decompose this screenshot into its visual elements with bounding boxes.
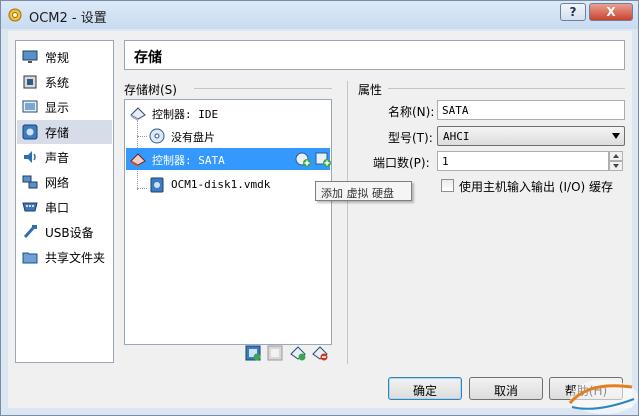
name-field[interactable]: SATA (437, 100, 625, 120)
nav-label: 显示 (45, 101, 70, 115)
window-title: OCM2 - 设置 (29, 11, 107, 26)
nav-item-system[interactable]: 系统 (17, 70, 112, 94)
type-select-value: AHCI (443, 130, 470, 143)
nav-item-serial[interactable]: 串口 (17, 195, 112, 219)
tree-item-label: 控制器: IDE (152, 108, 219, 121)
nav-item-usb[interactable]: USB设备 (17, 220, 112, 244)
page-title: 存储 (124, 40, 625, 70)
storage-icon (22, 124, 38, 140)
network-icon (22, 175, 38, 189)
type-select[interactable]: AHCI (437, 126, 625, 146)
port-count-spinner[interactable] (609, 151, 623, 171)
host-io-cache-label: 使用主机输入输出 (I/O) 缓存 (459, 180, 614, 194)
speaker-icon (24, 151, 36, 163)
chip-icon (23, 75, 37, 89)
nav-item-shared-folders[interactable]: 共享文件夹 (17, 245, 112, 269)
tree-item-label: 没有盘片 (171, 131, 215, 144)
controller-icon (130, 107, 146, 121)
settings-nav: 常规 系统 显示 存储 声音 网络 串口 USB设备 共享文件夹 (15, 40, 114, 363)
chevron-down-icon (613, 164, 619, 168)
storage-tree-label: 存储树(S) (124, 83, 177, 97)
page-title-text: 存储 (134, 50, 162, 66)
nav-item-display[interactable]: 显示 (17, 95, 112, 119)
name-label: 名称(N): (388, 105, 435, 119)
group-divider (194, 88, 332, 89)
ok-button[interactable]: 确定 (388, 377, 462, 400)
usb-icon (23, 225, 37, 239)
tree-item-label: OCM1-disk1.vmdk (171, 178, 271, 191)
tooltip: 添加 虚拟 硬盘 (315, 181, 412, 201)
attributes-label: 属性 (358, 83, 383, 97)
nav-item-general[interactable]: 常规 (17, 45, 112, 69)
add-optical-drive-icon[interactable] (295, 151, 311, 167)
nav-label: 网络 (45, 176, 70, 190)
tree-item-controller-ide[interactable]: 控制器: IDE (126, 102, 330, 124)
spin-up-button[interactable] (609, 151, 623, 161)
controller-icon (130, 153, 146, 167)
port-count-field[interactable]: 1 (437, 151, 609, 171)
nav-label: USB设备 (45, 226, 94, 240)
close-button[interactable]: X (589, 3, 633, 21)
chevron-down-icon (612, 133, 620, 139)
nav-label: 串口 (45, 201, 70, 215)
storage-tree[interactable]: 控制器: IDE 没有盘片 控制器: SATA OCM1-disk1.vmdk (124, 99, 332, 345)
host-io-cache-checkbox[interactable] (441, 179, 454, 192)
help-title-button[interactable]: ? (560, 3, 586, 21)
nav-item-network[interactable]: 网络 (17, 170, 112, 194)
dialog-body: 常规 系统 显示 存储 声音 网络 串口 USB设备 共享文件夹 存储 存储树(… (8, 31, 632, 408)
watermark-logo (568, 380, 638, 414)
hard-disk-icon (150, 177, 164, 193)
add-attachment-icon[interactable] (290, 345, 306, 361)
cancel-button[interactable]: 取消 (469, 377, 543, 400)
group-divider (388, 88, 625, 89)
folder-icon (22, 252, 38, 264)
tree-item-controller-sata[interactable]: 控制器: SATA (126, 148, 331, 170)
title-bar[interactable]: OCM2 - 设置 ? X (1, 1, 638, 29)
remove-attachment-icon[interactable] (312, 345, 328, 361)
settings-window: OCM2 - 设置 ? X 常规 系统 显示 存储 声音 网络 串口 USB设备… (0, 0, 639, 416)
add-controller-icon[interactable] (245, 345, 261, 361)
nav-label: 声音 (45, 151, 70, 165)
chevron-up-icon (613, 154, 619, 158)
gear-icon (8, 8, 22, 22)
remove-controller-icon[interactable] (267, 345, 283, 361)
port-count-label: 端口数(P): (373, 156, 430, 170)
tree-item-disk[interactable]: OCM1-disk1.vmdk (126, 174, 330, 196)
type-label: 型号(T): (388, 131, 433, 145)
add-hard-disk-icon[interactable] (315, 151, 331, 167)
tooltip-text: 添加 虚拟 硬盘 (321, 187, 394, 200)
spin-down-button[interactable] (609, 161, 623, 171)
optical-disc-icon (149, 128, 165, 144)
panel-divider (347, 81, 348, 364)
tree-item-label: 控制器: SATA (152, 154, 225, 167)
monitor-icon (22, 50, 38, 63)
nav-label: 存储 (45, 126, 70, 140)
nav-item-audio[interactable]: 声音 (17, 145, 112, 169)
display-icon (22, 100, 38, 113)
nav-label: 共享文件夹 (45, 251, 106, 265)
nav-item-storage[interactable]: 存储 (17, 120, 112, 144)
nav-label: 系统 (45, 76, 70, 90)
serial-port-icon (22, 202, 38, 212)
nav-label: 常规 (45, 51, 70, 65)
tree-item-empty-optical[interactable]: 没有盘片 (126, 125, 330, 147)
